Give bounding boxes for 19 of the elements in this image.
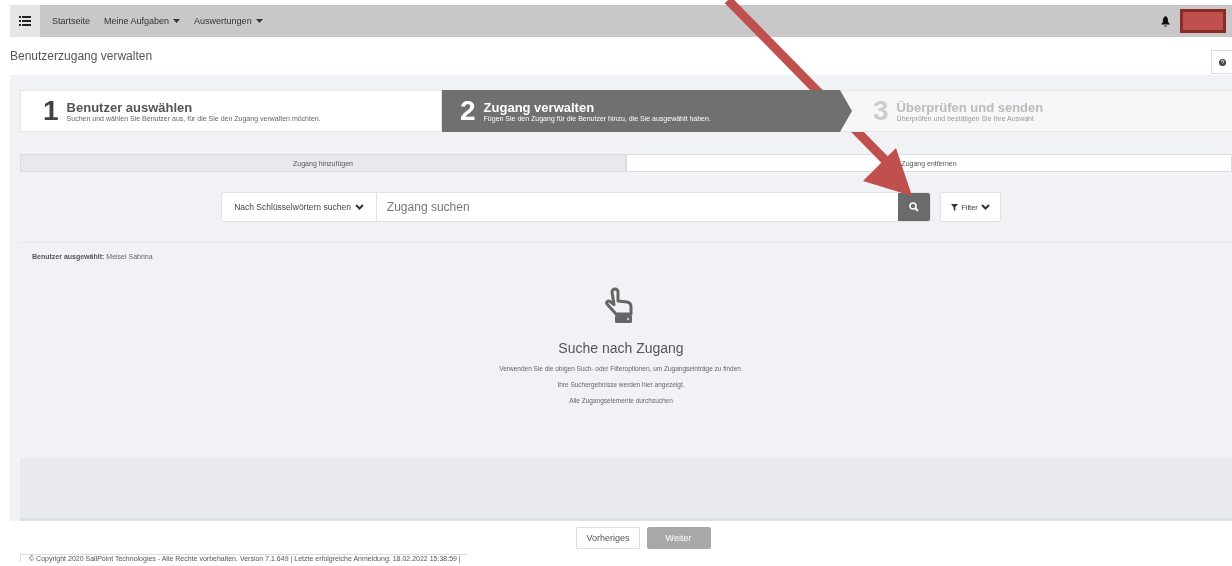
page-title: Benutzerzugang verwalten (10, 49, 153, 63)
nav-menu-item[interactable]: Startseite (52, 16, 91, 26)
empty-state-title: Suche nach Zugang (558, 340, 684, 356)
menu-icon[interactable] (10, 5, 40, 37)
bell-icon[interactable] (1161, 15, 1170, 27)
caret-icon (255, 19, 263, 23)
funnel-icon (951, 203, 959, 211)
search-icon (909, 202, 920, 212)
search-button[interactable] (898, 193, 931, 221)
nav-menu-item[interactable]: Auswertungen (194, 16, 263, 26)
redaction-block (1180, 9, 1226, 33)
chevron-icon (980, 204, 990, 210)
search-field[interactable]: Nach Schlüsselwörtern suchen Zugang suchen (221, 192, 932, 222)
nav-menu-item[interactable]: Meine Aufgaben (104, 16, 181, 26)
search-mode-dropdown[interactable]: Nach Schlüsselwörtern suchen (222, 193, 377, 221)
help-icon[interactable] (1211, 50, 1232, 74)
chevron-icon (354, 204, 364, 210)
wizard-button[interactable]: Vorheriges (576, 526, 640, 549)
caret-icon (173, 19, 181, 23)
